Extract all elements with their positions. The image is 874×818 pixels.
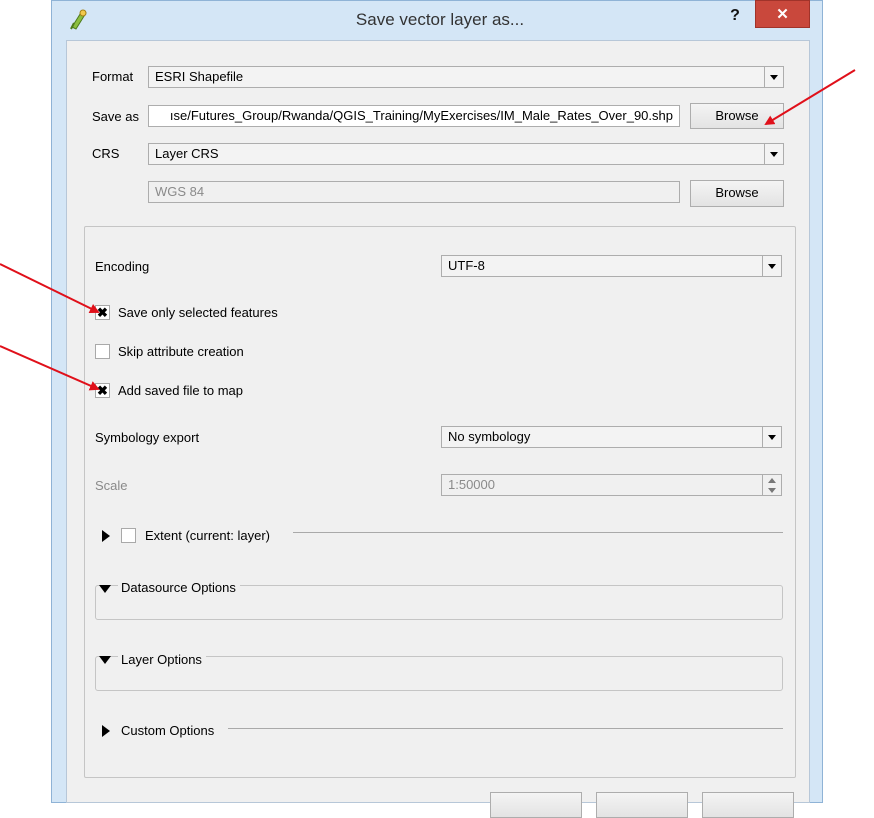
save-selected-checkbox[interactable]: ✖ [95,305,110,320]
layer-options-label[interactable]: Layer Options [118,650,206,670]
scale-label: Scale [95,478,128,493]
save-selected-label: Save only selected features [118,305,278,320]
crs-select[interactable]: Layer CRS [148,143,784,165]
dialog-title: Save vector layer as... [355,10,525,29]
browse-crs-button[interactable]: Browse [690,180,784,207]
add-to-map-label: Add saved file to map [118,383,244,398]
qgis-icon [68,7,90,31]
format-select[interactable]: ESRI Shapefile [148,66,784,88]
symbology-label: Symbology export [95,430,200,445]
extent-label: Extent (current: layer) [145,528,270,543]
encoding-select-value: UTF-8 [448,258,485,273]
scale-input: 1:50000 [441,474,782,496]
save-as-label: Save as [92,109,139,124]
expand-right-icon[interactable] [102,530,110,542]
save-as-path-input[interactable]: ıse/Futures_Group/Rwanda/QGIS_Training/M… [148,105,680,127]
symbology-select-value: No symbology [448,429,531,444]
format-label: Format [92,69,134,84]
chevron-down-icon [764,67,783,87]
skip-attribute-checkbox[interactable] [95,344,110,359]
symbology-select[interactable]: No symbology [441,426,782,448]
encoding-label: Encoding [95,259,150,274]
help-button[interactable]: ? [722,3,748,29]
chevron-down-icon [762,256,781,276]
custom-options-divider [228,728,783,729]
format-select-value: ESRI Shapefile [155,69,244,84]
extent-divider [293,532,783,533]
custom-options-label[interactable]: Custom Options [121,721,214,741]
collapse-down-icon[interactable] [99,585,111,593]
collapse-down-icon[interactable] [99,656,111,664]
encoding-select[interactable]: UTF-8 [441,255,782,277]
skip-attribute-label: Skip attribute creation [118,344,244,359]
chevron-down-icon [764,144,783,164]
expand-right-icon[interactable] [102,725,110,737]
close-button[interactable]: ✕ [755,0,810,28]
scale-spinner [762,475,781,495]
extent-checkbox[interactable] [121,528,136,543]
add-to-map-checkbox[interactable]: ✖ [95,383,110,398]
help-dialog-button[interactable] [702,792,794,818]
cancel-button[interactable] [596,792,688,818]
ok-button[interactable] [490,792,582,818]
scale-value: 1:50000 [448,477,495,492]
save-as-path-value: ıse/Futures_Group/Rwanda/QGIS_Training/M… [169,108,673,123]
crs-label: CRS [92,146,120,161]
chevron-down-icon [762,427,781,447]
browse-save-button[interactable]: Browse [690,103,784,129]
crs-select-value: Layer CRS [155,146,219,161]
datasource-options-label[interactable]: Datasource Options [118,578,240,598]
crs-name-field: WGS 84 [148,181,680,203]
